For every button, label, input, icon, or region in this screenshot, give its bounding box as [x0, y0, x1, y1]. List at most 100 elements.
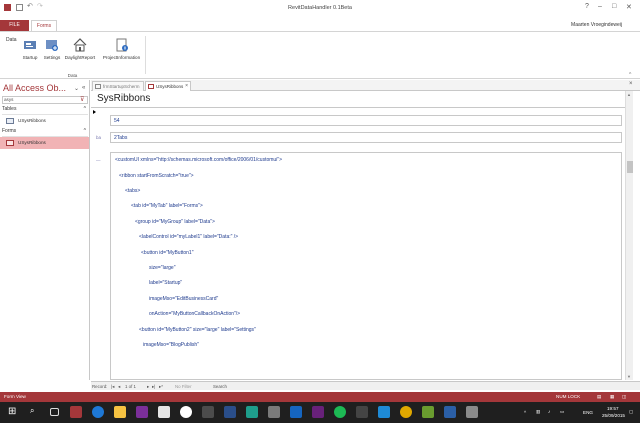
close-tab-icon[interactable]: × — [185, 82, 188, 91]
xml-line: <button id="MyButton1" — [141, 250, 194, 256]
new-record-icon[interactable]: ▸* — [159, 384, 163, 390]
ribbon-name-field[interactable]: 2Tabs — [110, 132, 622, 143]
doc-tab-label: frmStartupScherm — [103, 84, 140, 89]
form-vertical-scrollbar[interactable]: ▲ ▼ — [625, 91, 633, 380]
app-icon[interactable] — [444, 406, 456, 418]
project-information-icon — [115, 38, 129, 52]
calculator-icon[interactable] — [202, 406, 214, 418]
filter-clear-icon[interactable]: ⊽ — [80, 96, 84, 103]
project-information-button[interactable]: ProjectInformation — [99, 38, 144, 60]
id-field[interactable]: 54 — [110, 115, 622, 126]
record-selector-arrow[interactable] — [93, 110, 96, 114]
search-icon[interactable]: ⌕ — [30, 406, 42, 418]
close-document-icon[interactable]: × — [629, 81, 633, 87]
ribbon-xml-field[interactable]: <customUI xmlns="http://schemas.microsof… — [110, 152, 622, 380]
nav-dropdown-icon[interactable]: ⌄ — [74, 85, 79, 92]
edge-icon[interactable] — [92, 406, 104, 418]
daylight-report-label: DaylightReport — [64, 55, 96, 60]
xml-line: onAction="MyButtonCallbackOnAction"/> — [149, 311, 241, 317]
status-view-label: Form View — [4, 394, 26, 399]
chart-app-icon[interactable] — [246, 406, 258, 418]
app-icon[interactable] — [378, 406, 390, 418]
nav-section-forms[interactable]: Forms ^ — [2, 128, 88, 137]
tab-forms[interactable]: Forms — [31, 20, 57, 31]
no-filter-label[interactable]: No Filter — [175, 384, 192, 389]
settings-icon — [45, 38, 59, 52]
visual-studio-icon[interactable] — [312, 406, 324, 418]
prev-record-icon[interactable]: ◂ — [118, 384, 120, 390]
clock-time[interactable]: 19:57 — [607, 406, 619, 411]
tab-file[interactable]: FILE — [0, 20, 29, 31]
xml-line: size="large" — [149, 265, 176, 271]
nav-search-input[interactable]: asys — [2, 96, 88, 104]
scroll-down-icon[interactable]: ▼ — [627, 374, 631, 379]
maximize-icon[interactable]: □ — [612, 3, 616, 10]
onenote-icon[interactable] — [136, 406, 148, 418]
daylight-report-button[interactable]: DaylightReport — [61, 38, 99, 60]
doc-tab-label: USysRibbons — [156, 84, 184, 89]
media-icon[interactable] — [180, 406, 192, 418]
startup-icon — [23, 38, 37, 52]
chevron-up-icon: ^ — [83, 106, 86, 112]
app-icon[interactable] — [158, 406, 170, 418]
ribbon-group-separator — [145, 36, 146, 74]
app-icon[interactable] — [466, 406, 478, 418]
notifications-icon[interactable]: ▢ — [629, 409, 633, 415]
access-taskbar-icon[interactable] — [70, 406, 82, 418]
window-title: RevitDataHandler 0.1Beta — [288, 5, 352, 11]
nav-section-tables[interactable]: Tables ^ — [2, 106, 88, 115]
nav-collapse-icon[interactable]: « — [82, 85, 85, 91]
task-view-icon[interactable] — [50, 408, 59, 416]
outlook-icon[interactable] — [290, 406, 302, 418]
battery-icon[interactable]: ▭ — [560, 409, 564, 415]
record-navigation: Record: |◂ ◂ 1 of 1 ▸ ▸| ▸* No Filter Se… — [91, 381, 640, 390]
minimize-icon[interactable]: – — [598, 3, 602, 10]
ribbon-group-label: Data — [67, 73, 78, 78]
tray-chevron-icon[interactable]: ^ — [524, 410, 526, 415]
ribbon-tabs: FILE Forms Maarten Vroegindeweij — [0, 20, 640, 31]
nav-item-usysribbons-table[interactable]: USysRibbons — [0, 115, 89, 127]
xml-line: <tabs> — [125, 188, 141, 194]
network-icon[interactable]: ▥ — [536, 409, 540, 415]
tab-frmstartupscherm[interactable]: frmStartupScherm — [92, 81, 144, 91]
windows-start-icon[interactable]: ⊞ — [8, 406, 20, 418]
help-icon[interactable]: ? — [585, 3, 589, 10]
tab-usysribbons[interactable]: USysRibbons × — [145, 81, 191, 91]
volume-icon[interactable]: ♪ — [548, 409, 550, 414]
collapse-ribbon-icon[interactable]: ^ — [629, 72, 631, 78]
app-icon[interactable] — [224, 406, 236, 418]
search-box[interactable]: Search — [213, 384, 227, 389]
app-icon[interactable] — [268, 406, 280, 418]
xml-line: <ribbon startFromScratch="true"> — [119, 173, 194, 179]
next-record-icon[interactable]: ▸ — [147, 384, 149, 390]
layout-view-icon[interactable]: ▦ — [610, 394, 614, 400]
form-icon — [148, 84, 154, 89]
user-name[interactable]: Maarten Vroegindeweij — [571, 22, 622, 28]
form-usysribbons: SysRibbons 54 ba 2Tabs — <customUI xmlns… — [91, 91, 631, 380]
scroll-up-icon[interactable]: ▲ — [627, 92, 631, 97]
form-view-icon[interactable]: ▤ — [597, 394, 601, 400]
design-view-icon[interactable]: ◫ — [622, 394, 626, 400]
startup-button[interactable]: Startup — [18, 38, 42, 60]
app-icon[interactable] — [422, 406, 434, 418]
scrollbar-thumb[interactable] — [627, 161, 633, 173]
xml-line: <button id="MyButton2" size="large" labe… — [139, 327, 256, 333]
project-information-label: ProjectInformation — [102, 55, 141, 60]
first-record-icon[interactable]: |◂ — [111, 384, 114, 390]
last-record-icon[interactable]: ▸| — [152, 384, 155, 390]
windows-taskbar: ⊞ ⌕ ^ ▥ ♪ ▭ ENG 19:57 25/09/2015 ▢ — [0, 402, 640, 423]
xml-line: imageMso="EditBusinessCard" — [149, 296, 219, 302]
spotify-icon[interactable] — [334, 406, 346, 418]
clock-date[interactable]: 25/09/2015 — [602, 413, 625, 418]
record-position[interactable]: 1 of 1 — [125, 384, 136, 389]
nav-pane-title[interactable]: All Access Ob... — [3, 83, 66, 93]
chrome-icon[interactable] — [400, 406, 412, 418]
language-indicator[interactable]: ENG — [583, 410, 593, 415]
settings-button[interactable]: Settings — [41, 38, 63, 60]
document-tabs: frmStartupScherm USysRibbons × × — [91, 80, 640, 91]
app-icon[interactable] — [356, 406, 368, 418]
close-icon[interactable]: ✕ — [626, 3, 632, 11]
file-explorer-icon[interactable] — [114, 406, 126, 418]
xml-line: <group id="MyGroup" label="Data"> — [135, 219, 215, 225]
nav-item-usysribbons-form[interactable]: USysRibbons — [0, 137, 89, 149]
